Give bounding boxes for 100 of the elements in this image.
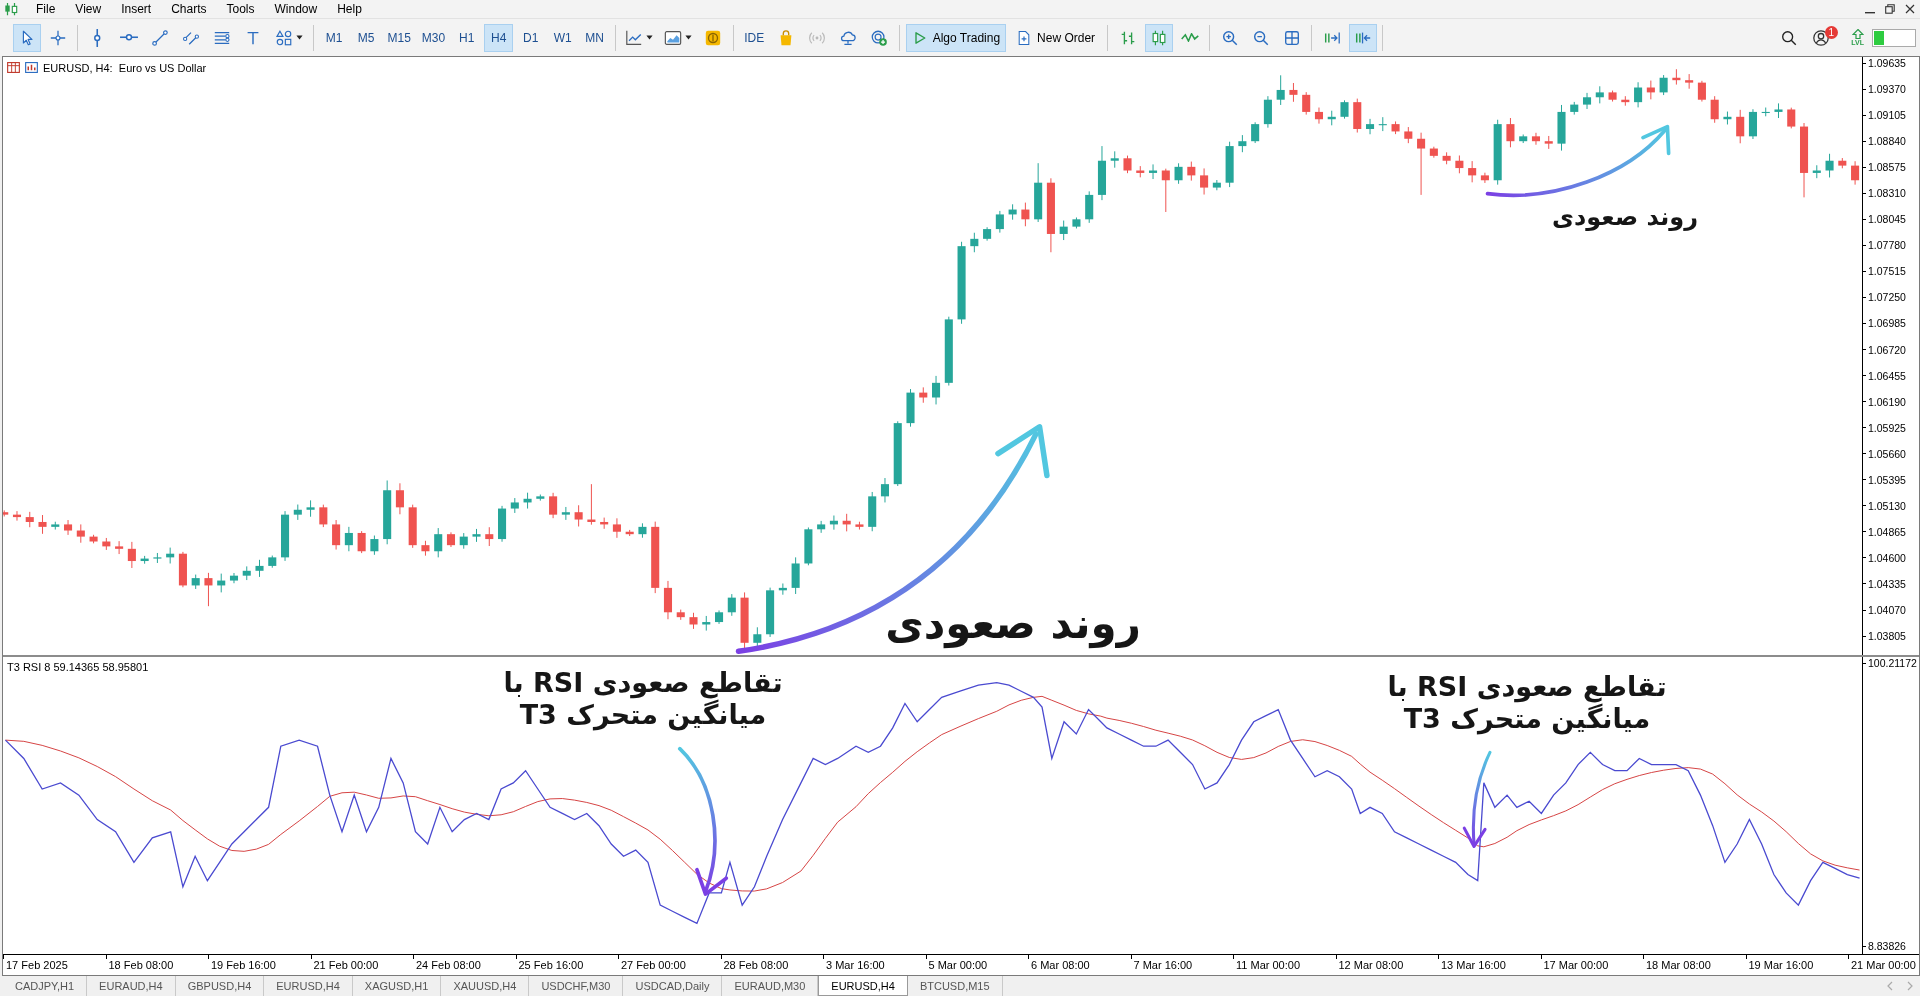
candlestick-chart-button[interactable] xyxy=(1144,23,1173,52)
price-label: 1.04070 xyxy=(1868,604,1906,616)
time-label: 7 Mar 16:00 xyxy=(1133,959,1193,971)
price-label: 1.04335 xyxy=(1868,577,1906,590)
timeframe-button[interactable]: H4 xyxy=(484,23,514,52)
time-label: 17 Feb 2025 xyxy=(6,959,68,971)
zoom-out-icon xyxy=(1251,28,1270,47)
price-label: 1.06720 xyxy=(1868,343,1906,356)
time-label: 12 Mar 08:00 xyxy=(1338,959,1404,971)
price-label: 1.07780 xyxy=(1868,239,1906,252)
time-label: 25 Feb 16:00 xyxy=(518,959,584,971)
coin-icon xyxy=(704,28,723,47)
menu-item[interactable]: Charts xyxy=(161,0,217,18)
caret-icon xyxy=(646,35,654,40)
diagonal-line-icon xyxy=(150,28,169,47)
time-label: 28 Feb 08:00 xyxy=(723,959,789,971)
crosshair-icon xyxy=(48,28,67,47)
price-label: 1.09105 xyxy=(1868,109,1906,122)
search-icon xyxy=(1779,28,1798,47)
line-chart-icon xyxy=(1180,33,1199,42)
indicator-scale-label: 8.83826 xyxy=(1868,940,1906,952)
indicator-scale-label: 100.21172 xyxy=(1868,657,1917,669)
timeframe-button[interactable]: M1 xyxy=(319,23,349,52)
annotation-text: روند صعودی xyxy=(885,598,1141,650)
timeframe-button[interactable]: H1 xyxy=(452,23,482,52)
caret-icon xyxy=(685,35,693,40)
time-label: 6 Mar 08:00 xyxy=(1031,959,1090,971)
timeframe-button[interactable]: M5 xyxy=(351,23,381,52)
menu-item[interactable]: Insert xyxy=(111,0,162,18)
price-label: 1.08575 xyxy=(1868,161,1906,174)
restore-icon xyxy=(1885,4,1895,14)
minimize-icon xyxy=(1865,12,1875,14)
chart-shift-button[interactable] xyxy=(1348,23,1377,52)
chart-window-icon xyxy=(664,28,683,47)
timeframe-button[interactable]: W1 xyxy=(548,23,578,52)
person-circle-icon xyxy=(1811,28,1830,47)
pointer-tool-button[interactable] xyxy=(12,23,41,52)
grid-icon xyxy=(1282,28,1301,47)
indicator-label: T3 RSI 8 59.14365 58.95801 xyxy=(7,661,149,673)
price-label: 1.06455 xyxy=(1868,369,1906,382)
time-label: 11 Mar 00:00 xyxy=(1236,959,1300,971)
price-label: 1.04600 xyxy=(1868,551,1906,564)
time-label: 5 Mar 00:00 xyxy=(928,959,988,971)
price-label: 1.07515 xyxy=(1868,265,1906,278)
price-label: 1.05395 xyxy=(1868,473,1906,486)
time-label: 3 Mar 16:00 xyxy=(826,959,885,971)
chevron-left-icon xyxy=(1887,981,1893,991)
timeframe-button[interactable]: MN xyxy=(580,23,610,52)
time-label: 21 Mar 00:00 xyxy=(1851,959,1916,971)
globe-plus-icon xyxy=(870,28,889,47)
price-label: 1.05660 xyxy=(1868,447,1906,460)
time-label: 27 Feb 00:00 xyxy=(621,959,686,971)
price-label: 1.08840 xyxy=(1868,135,1906,148)
price-label: 1.03805 xyxy=(1868,630,1906,643)
price-label: 1.06985 xyxy=(1868,317,1906,330)
menu-item[interactable]: View xyxy=(65,0,112,18)
price-label: 1.06190 xyxy=(1868,395,1906,408)
new-order-button[interactable]: New Order xyxy=(1010,23,1102,52)
chart-tab[interactable]: EURUSD,H4 xyxy=(818,976,908,996)
time-label: 24 Feb 08:00 xyxy=(416,959,481,971)
timeframe-button[interactable]: D1 xyxy=(516,23,546,52)
time-label: 19 Feb 16:00 xyxy=(211,959,276,971)
ide-button[interactable]: IDE xyxy=(739,23,770,52)
price-label: 1.05130 xyxy=(1868,499,1906,512)
close-icon xyxy=(1905,4,1915,14)
vertical-line-icon xyxy=(94,28,101,47)
price-label: 1.07250 xyxy=(1868,291,1906,304)
line-chart-axes-icon xyxy=(625,28,644,47)
menu-item[interactable]: Help xyxy=(327,0,372,18)
menu-item[interactable]: File xyxy=(26,0,66,18)
table-icon xyxy=(7,61,20,74)
account-button[interactable]: 1 xyxy=(1805,23,1836,52)
price-label: 1.08310 xyxy=(1868,187,1906,200)
time-label: 18 Feb 08:00 xyxy=(108,959,174,971)
caret-icon xyxy=(295,35,303,40)
chart-title: EURUSD, H4: Euro vs US Dollar xyxy=(43,61,207,74)
time-label: 13 Mar 16:00 xyxy=(1441,959,1506,971)
notification-badge: 1 xyxy=(1824,25,1838,39)
timeframe-button[interactable]: M15 xyxy=(383,23,415,52)
timeframe-button[interactable]: M30 xyxy=(417,23,450,52)
time-label: 18 Mar 08:00 xyxy=(1646,959,1711,971)
menu-item[interactable]: Window xyxy=(264,0,328,18)
zoom-in-icon xyxy=(1220,28,1239,47)
chart-window-icon xyxy=(25,61,38,74)
price-label: 1.09635 xyxy=(1868,57,1906,69)
shapes-icon xyxy=(274,28,293,47)
horizontal-line-icon xyxy=(119,34,138,41)
up-arrow-icon xyxy=(1851,28,1864,39)
connection-status-icon xyxy=(1872,28,1916,47)
time-label: 19 Mar 16:00 xyxy=(1748,959,1814,971)
time-label: 21 Feb 00:00 xyxy=(313,959,379,971)
menu-item[interactable]: Tools xyxy=(216,0,265,18)
price-label: 1.08045 xyxy=(1868,213,1906,226)
price-label: 1.04865 xyxy=(1868,525,1906,538)
price-label: 1.09370 xyxy=(1868,83,1906,96)
price-label: 1.05925 xyxy=(1868,421,1906,434)
algo-trading-button[interactable]: Algo Trading xyxy=(905,23,1007,52)
time-label: 17 Mar 00:00 xyxy=(1543,959,1609,971)
chevron-right-icon xyxy=(1907,981,1913,991)
annotation-text: روند صعودی xyxy=(1551,202,1699,232)
